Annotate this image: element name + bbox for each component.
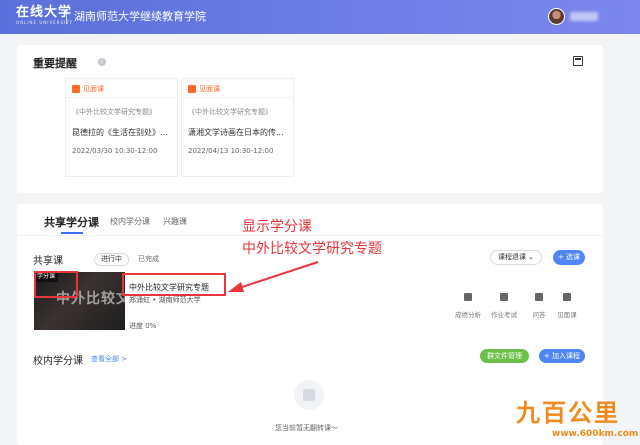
watermark-url: www.600km.com <box>552 429 639 439</box>
annotation-arrow <box>228 261 319 292</box>
watermark-main: 九百公里 <box>516 399 620 427</box>
watermark-logo: 九百公里 www.600km.com <box>512 393 640 445</box>
